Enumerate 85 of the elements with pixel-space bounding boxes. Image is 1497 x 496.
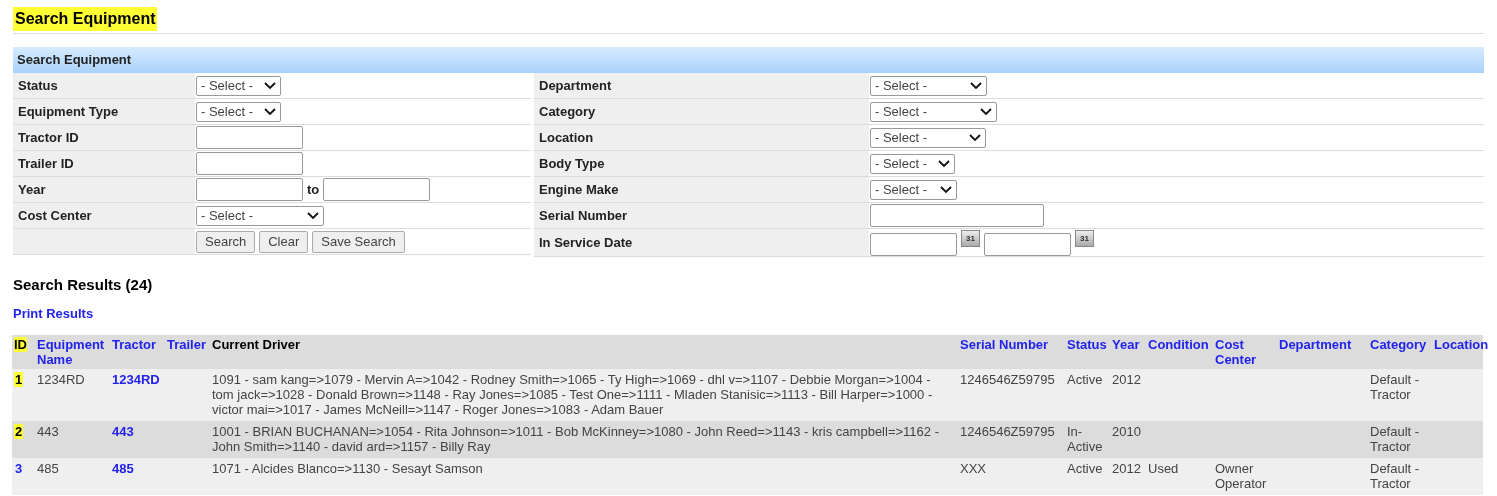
column-header-link[interactable]: Serial Number: [960, 337, 1049, 352]
table-cell: 1246546Z59795: [960, 424, 1055, 439]
table-cell: 2012: [1112, 461, 1141, 476]
text-field[interactable]: [323, 178, 431, 201]
field-label: In Service Date: [539, 233, 633, 252]
table-cell: Used: [1148, 461, 1179, 476]
field-label: Status: [18, 76, 58, 95]
field-label: Year: [18, 180, 46, 199]
print-results-link[interactable]: Print Results: [13, 306, 94, 321]
form-button[interactable]: Search: [196, 230, 256, 253]
tractor-id-link[interactable]: 485: [112, 461, 134, 476]
tractor-id-link[interactable]: 1234RD: [112, 372, 160, 387]
calendar-button[interactable]: 31: [1075, 230, 1094, 247]
chevron-down-icon: [970, 81, 982, 90]
column-header-link[interactable]: Location: [1434, 337, 1489, 352]
table-cell: 1001 - BRIAN BUCHANAN=>1054 - Rita Johnson=>1011 - Bob McKinney=>1080 - John Reed=>1143 - kris campbell=>1162 - John Smith=>1140 - david ard=>1157 - Billy Ray: [212, 424, 939, 454]
calendar-button[interactable]: 31: [961, 230, 980, 247]
table-cell: 1246546Z59795: [960, 372, 1055, 387]
row-id-link[interactable]: 3: [14, 461, 24, 476]
select-field[interactable]: - Select -: [196, 75, 281, 96]
field-label: Engine Make: [539, 180, 619, 199]
chevron-down-icon: [264, 107, 276, 116]
table-cell: XXX: [960, 461, 986, 476]
select-field[interactable]: - Select -: [196, 205, 324, 226]
row-id-link[interactable]: 2: [14, 424, 24, 439]
text-field[interactable]: [870, 233, 957, 256]
text-field[interactable]: [870, 204, 1044, 227]
text-field[interactable]: [196, 126, 303, 149]
column-header-link[interactable]: Department: [1279, 337, 1352, 352]
field-label: Cost Center: [18, 206, 92, 225]
table-cell: Active: [1067, 372, 1103, 387]
chevron-down-icon: [938, 159, 950, 168]
select-field[interactable]: - Select -: [870, 179, 957, 200]
column-header: ID: [14, 337, 27, 352]
column-header-link[interactable]: Year: [1112, 337, 1140, 352]
table-cell: Default - Tractor: [1370, 424, 1420, 454]
chevron-down-icon: [940, 185, 952, 194]
table-cell: 1091 - sam kang=>1079 - Mervin A=>1042 - Rodney Smith=>1065 - Ty High=>1069 - dhl v=>1107 - Debbie Morgan=>1004 - tom jack=>1028 - Donald Brown=>1148 - Ray Jones=>1085 - Test One=>1111 - Mladen Stanisic=>1113 - Bill Harper=>1000 - victor mai=>1017 - James McNeill=>1147 - Roger Jones=>1083 - Adam Bauer: [212, 372, 933, 417]
select-field[interactable]: - Select -: [870, 101, 997, 122]
field-label: Trailer ID: [18, 154, 74, 173]
column-header-link[interactable]: Category: [1370, 337, 1427, 352]
field-label: Equipment Type: [18, 102, 119, 121]
column-header-link[interactable]: Cost Center: [1215, 337, 1275, 367]
table-cell: 1234RD: [37, 372, 85, 387]
column-header: Current Driver: [212, 337, 301, 352]
text-field[interactable]: [196, 178, 303, 201]
chevron-down-icon: [969, 133, 981, 142]
chevron-down-icon: [307, 211, 319, 220]
column-header-link[interactable]: Equipment Name: [37, 337, 108, 367]
select-field[interactable]: - Select -: [870, 153, 955, 174]
select-field[interactable]: - Select -: [196, 101, 281, 122]
field-label: Body Type: [539, 154, 605, 173]
text-field[interactable]: [984, 233, 1071, 256]
select-field[interactable]: - Select -: [870, 75, 987, 96]
column-header-link[interactable]: Tractor: [112, 337, 157, 352]
form-button[interactable]: Clear: [259, 230, 309, 253]
panel-header: Search Equipment: [13, 47, 1484, 73]
table-cell: 2010: [1112, 424, 1141, 439]
results-heading: Search Results (24): [13, 276, 154, 294]
table-cell: Owner Operator: [1215, 461, 1267, 491]
field-label: Category: [539, 102, 596, 121]
field-label: Serial Number: [539, 206, 628, 225]
table-cell: 2012: [1112, 372, 1141, 387]
text-field[interactable]: [196, 152, 303, 175]
column-header-link[interactable]: Trailer: [167, 337, 207, 352]
table-cell: In-Active: [1067, 424, 1103, 454]
table-cell: 443: [37, 424, 59, 439]
row-id-link[interactable]: 1: [14, 372, 24, 387]
select-field[interactable]: - Select -: [870, 127, 986, 148]
chevron-down-icon: [264, 81, 276, 90]
table-cell: Active: [1067, 461, 1103, 476]
table-cell: Default - Tractor: [1370, 461, 1420, 491]
chevron-down-icon: [980, 107, 992, 116]
column-header-link[interactable]: Condition: [1148, 337, 1209, 352]
range-separator: to: [307, 180, 320, 199]
table-cell: Default - Tractor: [1370, 372, 1420, 402]
page-title: Search Equipment: [13, 7, 158, 31]
field-label: Location: [539, 128, 594, 147]
form-button[interactable]: Save Search: [312, 230, 405, 253]
column-header-link[interactable]: Status: [1067, 337, 1107, 352]
table-cell: 1071 - Alcides Blanco=>1130 - Sesayt Samson: [212, 461, 483, 476]
field-label: Tractor ID: [18, 128, 79, 147]
tractor-id-link[interactable]: 443: [112, 424, 134, 439]
table-cell: 485: [37, 461, 59, 476]
field-label: Department: [539, 76, 612, 95]
